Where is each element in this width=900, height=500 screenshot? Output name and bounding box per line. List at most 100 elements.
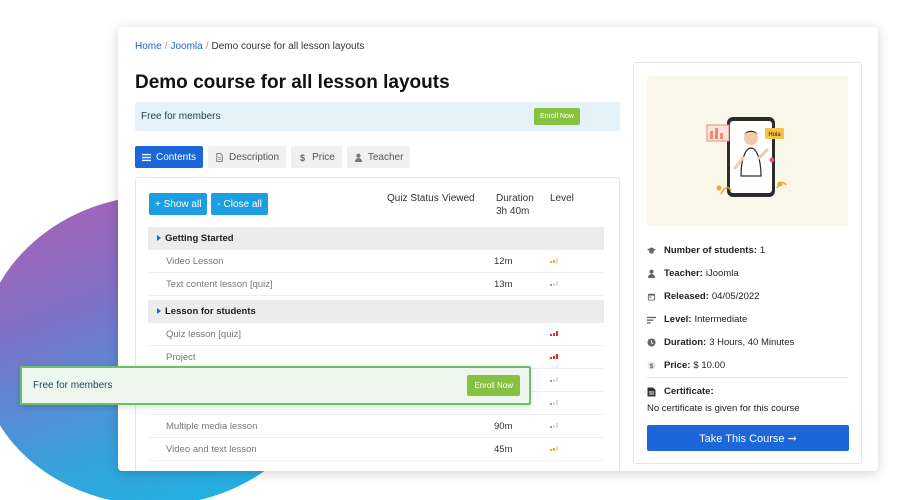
breadcrumb-current: Demo course for all lesson layouts — [211, 41, 365, 52]
dollar-icon: $ — [300, 153, 305, 162]
lesson-title: Video Lesson — [166, 256, 224, 267]
section-row[interactable]: Lesson for students — [148, 300, 604, 323]
level-bar — [553, 355, 555, 359]
level-icon — [647, 316, 656, 324]
info-number-of-students: Number of students: 1 — [647, 239, 848, 262]
teacher-phone-illustration: Hola — [706, 117, 787, 197]
level-bar — [550, 284, 552, 286]
info-label: Price: — [664, 360, 691, 371]
lesson-row[interactable]: Video and text lesson 45m — [148, 438, 604, 461]
level-bar — [553, 378, 555, 382]
level-indicator-icon — [550, 331, 558, 336]
svg-text:$: $ — [300, 153, 305, 162]
graduation-cap-icon — [647, 247, 656, 254]
lesson-row[interactable]: Video Lesson 12m — [148, 250, 604, 273]
tab-teacher[interactable]: Teacher — [346, 146, 411, 168]
lesson-duration: 90m — [494, 421, 513, 432]
user-icon — [647, 269, 656, 278]
level-indicator-icon — [550, 423, 558, 428]
floating-enroll-bar: Free for members Enroll Now — [20, 366, 531, 405]
certificate-icon — [647, 387, 656, 396]
column-header-duration: Duration 3h 40m — [496, 192, 534, 218]
level-bar — [550, 449, 552, 451]
lesson-title: Project — [166, 352, 196, 363]
floating-enroll-now-button[interactable]: Enroll Now — [467, 375, 520, 396]
tab-label: Price — [312, 151, 335, 163]
level-bar — [556, 331, 558, 336]
info-value: iJoomla — [705, 268, 739, 279]
info-label: Level: — [664, 314, 692, 325]
level-bar — [556, 281, 558, 286]
lesson-title: Multiple media lesson — [166, 421, 258, 432]
calendar-icon — [647, 293, 656, 301]
illustration-bubble: Hola — [768, 132, 781, 138]
level-indicator-icon — [550, 377, 558, 382]
lesson-duration: 45m — [494, 444, 513, 455]
list-icon — [142, 153, 151, 161]
lesson-row[interactable]: Quiz lesson [quiz] — [148, 323, 604, 346]
info-released: Released: 04/05/2022 — [647, 285, 848, 308]
info-level: Level: Intermediate — [647, 308, 848, 331]
level-bar — [556, 400, 558, 405]
clock-icon — [647, 338, 656, 347]
breadcrumb-separator: / — [164, 41, 168, 52]
level-bar — [556, 446, 558, 451]
breadcrumb: Home / Joomla / Demo course for all lesson l… — [135, 41, 364, 52]
certificate-heading: Certificate: — [647, 386, 714, 397]
level-bar — [553, 401, 555, 405]
level-bar — [556, 354, 558, 359]
info-value: Intermediate — [694, 314, 748, 325]
column-header-viewed: Viewed — [442, 193, 475, 204]
info-label: Number of students: — [664, 245, 757, 256]
info-value: 04/05/2022 — [711, 291, 760, 302]
breadcrumb-joomla[interactable]: Joomla — [170, 41, 202, 52]
course-info-list: Number of students: 1 Teacher: iJoomla Rel… — [647, 239, 848, 377]
level-indicator-icon — [550, 258, 558, 263]
breadcrumb-home[interactable]: Home — [135, 41, 162, 52]
tab-label: Description — [229, 151, 280, 163]
info-duration: Duration: 3 Hours, 40 Minutes — [647, 331, 848, 354]
level-bar — [553, 447, 555, 451]
level-bar — [550, 403, 552, 405]
expand-controls: + Show all - Close all — [149, 193, 268, 215]
info-label: Released: — [664, 291, 709, 302]
svg-text:$: $ — [650, 363, 654, 370]
course-info-card: Hola Number of students: 1 Teacher: iJoo… — [633, 62, 862, 464]
course-tabs: Contents Description $ Price Teacher — [135, 146, 411, 168]
section-row[interactable]: Getting Started — [148, 227, 604, 250]
info-label: Teacher: — [664, 268, 703, 279]
tab-label: Teacher — [367, 151, 404, 163]
enroll-bar: Free for members Enroll Now — [135, 102, 620, 131]
info-value: $ 10.00 — [693, 360, 726, 371]
course-illustration: Hola — [647, 76, 848, 226]
info-teacher: Teacher: iJoomla — [647, 262, 848, 285]
lesson-title: Text content lesson [quiz] — [166, 279, 273, 290]
breadcrumb-separator: / — [205, 41, 209, 52]
enroll-bar-text: Free for members — [141, 111, 221, 122]
certificate-title: Certificate: — [664, 386, 714, 397]
level-indicator-icon — [550, 354, 558, 359]
level-bar — [556, 377, 558, 382]
caret-right-icon — [157, 235, 161, 241]
tab-label: Contents — [156, 151, 197, 163]
tab-contents[interactable]: Contents — [135, 146, 204, 168]
lesson-title: Quiz lesson [quiz] — [166, 329, 241, 340]
take-this-course-button[interactable]: Take This Course ➞ — [647, 425, 849, 451]
section-title: Getting Started — [165, 233, 234, 244]
info-value: 1 — [759, 245, 766, 256]
level-indicator-icon — [550, 400, 558, 405]
lesson-row[interactable]: Text content lesson [quiz] 13m — [148, 273, 604, 296]
enroll-now-button[interactable]: Enroll Now — [534, 108, 580, 125]
level-bar — [550, 426, 552, 428]
show-all-button[interactable]: + Show all — [149, 193, 208, 215]
info-label: Duration: — [664, 337, 707, 348]
tab-description[interactable]: Description — [208, 146, 287, 168]
lesson-row[interactable]: Multiple media lesson 90m — [148, 415, 604, 438]
level-bar — [553, 282, 555, 286]
lesson-duration: 13m — [494, 279, 513, 290]
level-bar — [553, 332, 555, 336]
duration-total: 3h 40m — [496, 206, 530, 217]
tab-price[interactable]: $ Price — [291, 146, 342, 168]
close-all-button[interactable]: - Close all — [211, 193, 268, 215]
user-icon — [354, 153, 362, 162]
